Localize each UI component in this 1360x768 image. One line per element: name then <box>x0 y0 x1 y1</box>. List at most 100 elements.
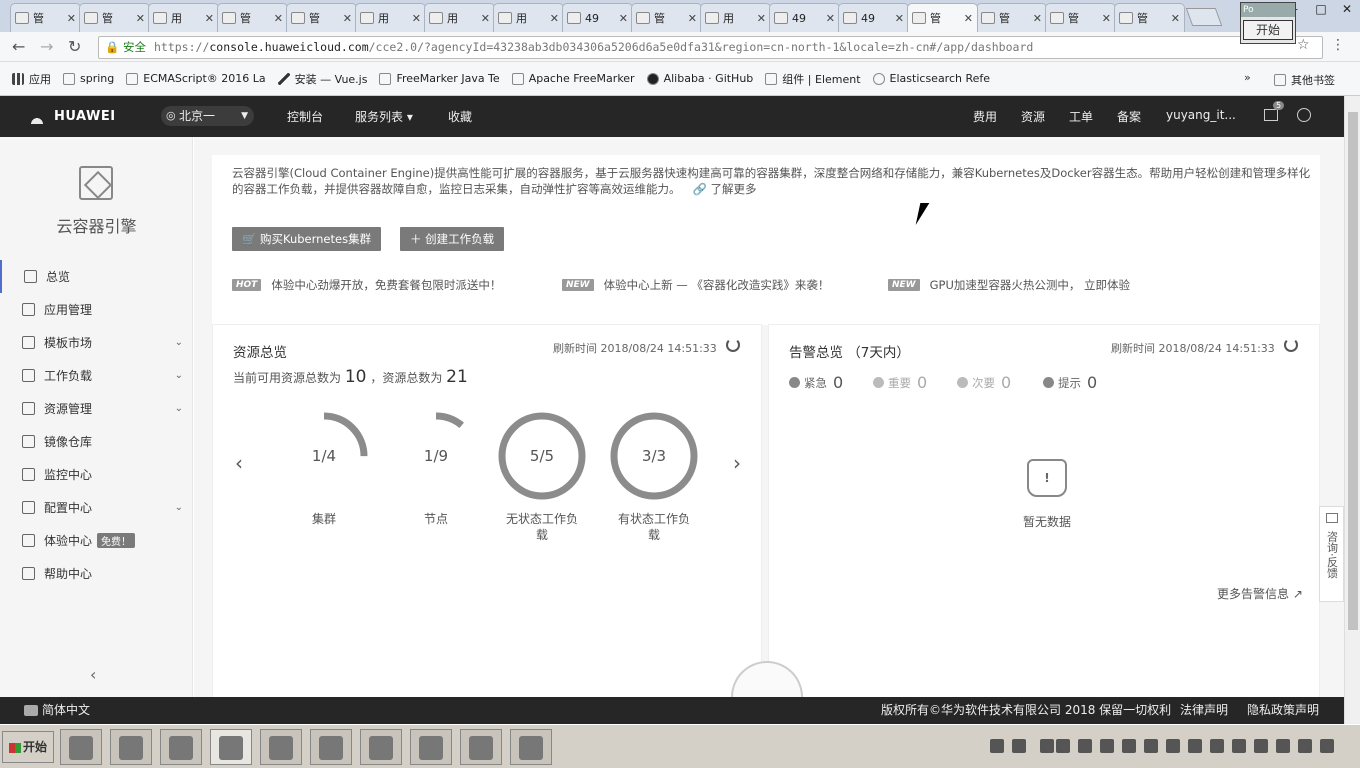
message-icon[interactable] <box>1264 109 1278 121</box>
close-tab-icon[interactable]: ✕ <box>1033 12 1042 25</box>
back-icon[interactable]: ← <box>12 37 25 56</box>
close-tab-icon[interactable]: ✕ <box>688 12 697 25</box>
browser-tab[interactable]: 49 ✕ <box>769 3 840 32</box>
tray-icon[interactable] <box>1232 739 1246 753</box>
bookmark-item[interactable]: Alibaba · GitHub <box>646 72 753 85</box>
menu-icon[interactable]: ⋮ <box>1331 37 1345 53</box>
close-tab-icon[interactable]: ✕ <box>136 12 145 25</box>
taskbar-app[interactable] <box>360 729 402 765</box>
taskbar-app[interactable] <box>110 729 152 765</box>
browser-tab[interactable]: 管 ✕ <box>976 3 1047 32</box>
tray-icon[interactable] <box>1166 739 1180 753</box>
tray-icon[interactable] <box>1320 739 1334 753</box>
browser-tab[interactable]: 管 ✕ <box>10 3 81 32</box>
bookmark-item[interactable]: Elasticsearch Refe <box>872 72 990 85</box>
tray-icon[interactable] <box>1298 739 1312 753</box>
reload-icon[interactable]: ↻ <box>68 37 81 56</box>
browser-tab[interactable]: 49 ✕ <box>838 3 909 32</box>
nav-favorites[interactable]: 收藏 <box>448 108 472 125</box>
taskbar-app[interactable] <box>260 729 302 765</box>
browser-tab[interactable]: 用 ✕ <box>148 3 219 32</box>
tray-icon[interactable] <box>1100 739 1114 753</box>
news-item[interactable]: HOT 体验中心劲爆开放，免费套餐包限时派送中！ <box>232 277 501 293</box>
refresh-icon[interactable] <box>726 338 740 352</box>
maximize-button[interactable]: □ <box>1308 0 1334 18</box>
bookmark-item[interactable]: spring <box>63 72 114 85</box>
browser-tab[interactable]: 用 ✕ <box>355 3 426 32</box>
privacy-link[interactable]: 隐私政策声明 <box>1247 697 1319 724</box>
taskbar-app[interactable] <box>60 729 102 765</box>
alarm-info[interactable]: 提示 0 <box>1043 373 1097 392</box>
gauge[interactable]: 3/3 <box>609 411 699 501</box>
user-menu[interactable]: yuyang_it... <box>1166 108 1236 122</box>
browser-tab[interactable]: 用 ✕ <box>424 3 495 32</box>
tray-icon[interactable] <box>1144 739 1158 753</box>
alarm-minor[interactable]: 次要 0 <box>957 373 1011 392</box>
chevron-down-icon[interactable]: ⌄ <box>175 370 183 381</box>
tray-icon[interactable] <box>1012 739 1026 753</box>
sidebar-item[interactable]: 体验中心 免费！ <box>0 524 193 557</box>
browser-tab[interactable]: 管 ✕ <box>631 3 702 32</box>
bookmark-item[interactable]: FreeMarker Java Te <box>379 72 500 85</box>
tray-icon[interactable] <box>990 739 1004 753</box>
close-tab-icon[interactable]: ✕ <box>67 12 76 25</box>
tray-icon[interactable] <box>1254 739 1268 753</box>
close-tab-icon[interactable]: ✕ <box>343 12 352 25</box>
browser-tab[interactable]: 用 ✕ <box>493 3 564 32</box>
taskbar-app[interactable] <box>510 729 552 765</box>
browser-tab[interactable]: 管 ✕ <box>79 3 150 32</box>
bookmark-item[interactable]: 安装 — Vue.js <box>277 71 367 87</box>
bookmark-item[interactable]: ECMAScript® 2016 La <box>126 72 266 85</box>
close-tab-icon[interactable]: ✕ <box>550 12 559 25</box>
more-alarms-link[interactable]: 更多告警信息 ↗ <box>1217 585 1303 602</box>
alarm-critical[interactable]: 紧急 0 <box>789 373 843 392</box>
bookmark-apps[interactable]: 应用 <box>12 71 51 87</box>
taskbar-app[interactable] <box>210 729 252 765</box>
sidebar-item[interactable]: 工作负载 ⌄ <box>0 359 193 392</box>
nav-services[interactable]: 服务列表 ▾ <box>355 108 413 125</box>
bookmarks-more[interactable]: » <box>1244 71 1251 84</box>
alarm-major[interactable]: 重要 0 <box>873 373 927 392</box>
tray-icon[interactable] <box>1276 739 1290 753</box>
region-selector[interactable]: ◎ 北京一 ▼ <box>161 106 254 126</box>
close-tab-icon[interactable]: ✕ <box>619 12 628 25</box>
chevron-down-icon[interactable]: ⌄ <box>175 403 183 414</box>
nav-icp[interactable]: 备案 <box>1117 108 1141 125</box>
browser-tab[interactable]: 管 ✕ <box>217 3 288 32</box>
news-item[interactable]: NEW 体验中心上新 — 《容器化改造实践》来袭！ <box>562 277 829 293</box>
consult-feedback-button[interactable]: 咨询·反馈 <box>1319 506 1344 602</box>
tray-icon[interactable] <box>1188 739 1202 753</box>
sidebar-item[interactable]: 资源管理 ⌄ <box>0 392 193 425</box>
close-tab-icon[interactable]: ✕ <box>205 12 214 25</box>
prev-arrow-icon[interactable]: ‹ <box>235 451 243 475</box>
taskbar-app[interactable] <box>460 729 502 765</box>
tray-icon[interactable] <box>1122 739 1136 753</box>
bookmark-item[interactable]: 组件 | Element <box>765 71 861 87</box>
next-arrow-icon[interactable]: › <box>733 451 741 475</box>
nav-billing[interactable]: 费用 <box>973 108 997 125</box>
chevron-down-icon[interactable]: ⌄ <box>175 337 183 348</box>
nav-console[interactable]: 控制台 <box>287 108 323 125</box>
tray-icon[interactable] <box>1056 739 1070 753</box>
gauge[interactable]: 1/4 <box>279 411 369 501</box>
url-input[interactable]: 🔒 安全 https://console.huaweicloud.com/cce2… <box>98 36 1323 59</box>
browser-tab[interactable]: 管 ✕ <box>286 3 357 32</box>
tray-icon[interactable] <box>1040 739 1054 753</box>
sidebar-item[interactable]: 监控中心 <box>0 458 193 491</box>
browser-tab[interactable]: 管 ✕ <box>1114 3 1185 32</box>
popup-start-button[interactable]: 开始 <box>1243 20 1293 40</box>
sidebar-item[interactable]: 模板市场 ⌄ <box>0 326 193 359</box>
buy-cluster-button[interactable]: 🛒 购买Kubernetes集群 <box>232 227 382 251</box>
refresh-icon[interactable] <box>1284 338 1298 352</box>
sidebar-item[interactable]: 镜像仓库 <box>0 425 193 458</box>
chevron-down-icon[interactable]: ⌄ <box>175 502 183 513</box>
collapse-sidebar-icon[interactable]: ‹ <box>90 665 96 684</box>
close-tab-icon[interactable]: ✕ <box>964 12 973 25</box>
close-window-button[interactable]: ✕ <box>1334 0 1360 18</box>
close-tab-icon[interactable]: ✕ <box>826 12 835 25</box>
forward-icon[interactable]: → <box>40 37 53 56</box>
huawei-logo[interactable]: HUAWEI <box>26 108 116 124</box>
new-tab-button[interactable] <box>1185 8 1223 26</box>
sidebar-item[interactable]: 应用管理 <box>0 293 193 326</box>
close-tab-icon[interactable]: ✕ <box>481 12 490 25</box>
